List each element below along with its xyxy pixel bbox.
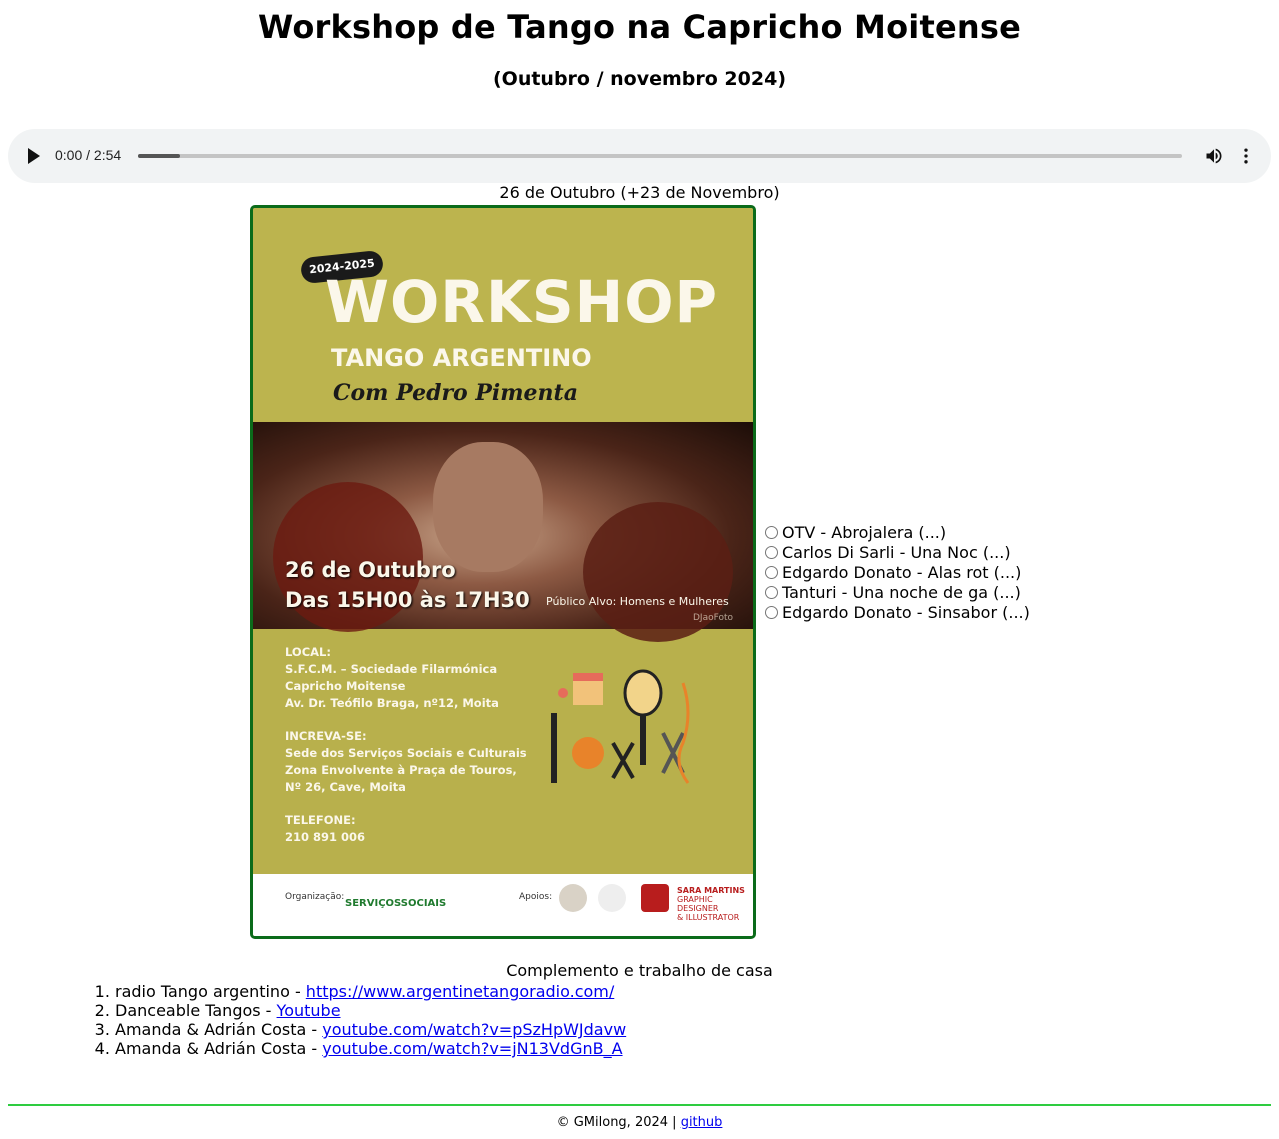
time-display: 0:00 / 2:54 <box>55 147 122 163</box>
track-option[interactable]: Edgardo Donato - Alas rot (...) <box>764 562 1030 582</box>
poster-info: LOCAL: S.F.C.M. – Sociedade Filarmónica … <box>285 644 527 862</box>
footer-text: © GMilong, 2024 | <box>556 1115 681 1130</box>
poster-subheadline: TANGO ARGENTINO <box>331 344 592 372</box>
complement-list: radio Tango argentino - https://www.arge… <box>75 982 626 1058</box>
track-label: Edgardo Donato - Sinsabor (...) <box>782 602 1030 622</box>
sara-line: GRAPHIC DESIGNER <box>677 895 719 913</box>
crest-logo-icon <box>641 884 669 912</box>
radio-tango-link[interactable]: https://www.argentinetangoradio.com/ <box>306 982 614 1001</box>
track-option[interactable]: Carlos Di Sarli - Una Noc (...) <box>764 542 1030 562</box>
list-item-prefix: Amanda & Adrián Costa - <box>115 1020 323 1039</box>
volume-icon[interactable] <box>1204 146 1224 166</box>
date-caption: 26 de Outubro (+23 de Novembro) <box>499 183 780 202</box>
moita-signature-logo-icon <box>598 884 626 912</box>
inscreva-line: Nº 26, Cave, Moita <box>285 780 406 794</box>
track-radio[interactable] <box>765 585 778 599</box>
page-subtitle: (Outubro / novembro 2024) <box>492 68 786 90</box>
seek-bar-progress <box>138 154 180 158</box>
page-title: Workshop de Tango na Capricho Moitense <box>258 8 1021 46</box>
youtube-link[interactable]: Youtube <box>277 1001 341 1020</box>
telefone-label: TELEFONE: <box>285 813 356 827</box>
sara-line: & ILLUSTRATOR <box>677 913 740 922</box>
track-radio[interactable] <box>765 525 778 539</box>
list-item-prefix: Amanda & Adrián Costa - <box>115 1039 323 1058</box>
workshop-poster: 2024-2025 WORKSHOP TANGO ARGENTINO Com P… <box>250 205 756 939</box>
list-item: radio Tango argentino - https://www.arge… <box>115 982 626 1001</box>
poster-audience: Público Alvo: Homens e Mulheres <box>546 595 729 608</box>
more-options-icon[interactable] <box>1236 146 1256 166</box>
track-label: Carlos Di Sarli - Una Noc (...) <box>782 542 1011 562</box>
audio-player[interactable]: 0:00 / 2:54 <box>8 129 1271 183</box>
local-line: S.F.C.M. – Sociedade Filarmónica <box>285 662 498 676</box>
moita-logo-icon <box>559 884 587 912</box>
play-icon[interactable] <box>28 148 40 164</box>
list-item: Danceable Tangos - Youtube <box>115 1001 626 1020</box>
apoios-label: Apoios: <box>519 892 553 902</box>
local-line: Av. Dr. Teófilo Braga, nº12, Moita <box>285 696 499 710</box>
track-radio[interactable] <box>765 565 778 579</box>
photo-credit: DJaoFoto <box>693 613 734 623</box>
poster-footer: Organização: SERVIÇOSSOCIAIS Apoios: SAR… <box>253 874 753 936</box>
video-link[interactable]: youtube.com/watch?v=pSzHpWJdavw <box>322 1020 626 1039</box>
local-line: Capricho Moitense <box>285 679 406 693</box>
poster-headline: WORKSHOP <box>325 268 719 336</box>
list-item-prefix: Danceable Tangos - <box>115 1001 277 1020</box>
poster-teacher: Com Pedro Pimenta <box>333 380 578 406</box>
track-option[interactable]: OTV - Abrojalera (...) <box>764 522 1030 542</box>
tools-illustration-icon <box>551 669 690 784</box>
track-label: Edgardo Donato - Alas rot (...) <box>782 562 1022 582</box>
github-link[interactable]: github <box>681 1115 723 1130</box>
inscreva-line: Zona Envolvente à Praça de Touros, <box>285 763 517 777</box>
track-label: Tanturi - Una noche de ga (...) <box>782 582 1021 602</box>
inscreva-line: Sede dos Serviços Sociais e Culturais <box>285 746 527 760</box>
track-label: OTV - Abrojalera (...) <box>782 522 947 542</box>
track-list: OTV - Abrojalera (...) Carlos Di Sarli -… <box>764 522 1030 622</box>
footer: © GMilong, 2024 | github <box>0 1115 1279 1130</box>
list-item: Amanda & Adrián Costa - youtube.com/watc… <box>115 1020 626 1039</box>
inscreva-label: INCREVA-SE: <box>285 729 367 743</box>
footer-divider <box>8 1104 1271 1106</box>
seek-bar[interactable] <box>138 154 1182 158</box>
sara-line: SARA MARTINS <box>677 886 745 895</box>
poster-hours: Das 15H00 às 17H30 <box>285 588 530 612</box>
org-label: Organização: <box>285 892 345 902</box>
poster-header: 2024-2025 WORKSHOP TANGO ARGENTINO Com P… <box>253 208 753 422</box>
sara-martins-logo: SARA MARTINS GRAPHIC DESIGNER & ILLUSTRA… <box>677 886 753 922</box>
local-label: LOCAL: <box>285 645 331 659</box>
list-item-prefix: radio Tango argentino - <box>115 982 306 1001</box>
servicos-sociais-logo: SERVIÇOSSOCIAIS <box>345 898 447 909</box>
complement-title: Complemento e trabalho de casa <box>506 961 773 980</box>
poster-date: 26 de Outubro <box>285 558 456 582</box>
list-item: Amanda & Adrián Costa - youtube.com/watc… <box>115 1039 626 1058</box>
track-option[interactable]: Tanturi - Una noche de ga (...) <box>764 582 1030 602</box>
track-option[interactable]: Edgardo Donato - Sinsabor (...) <box>764 602 1030 622</box>
video-link[interactable]: youtube.com/watch?v=jN13VdGnB_A <box>322 1039 622 1058</box>
track-radio[interactable] <box>765 605 778 619</box>
telefone-number: 210 891 006 <box>285 830 366 844</box>
track-radio[interactable] <box>765 545 778 559</box>
